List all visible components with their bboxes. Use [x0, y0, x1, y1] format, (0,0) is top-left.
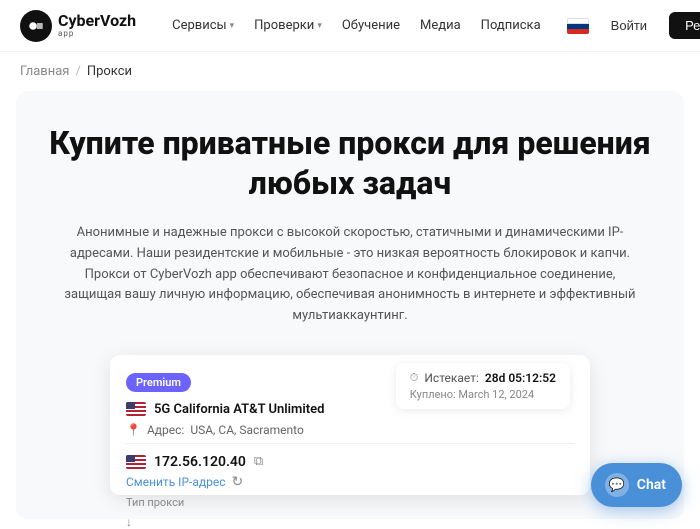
hero-title: Купите приватные прокси для решения любы… — [36, 123, 664, 203]
breadcrumb-separator: / — [75, 64, 80, 79]
chat-label: Chat — [637, 477, 666, 493]
proxy-bottom: 172.56.120.40 ⧉ Сменить IP-адрес ↻ Тип п… — [126, 454, 574, 529]
clock-icon: ⏱ — [410, 371, 419, 385]
main-nav: Сервисы ▾ Проверки ▾ Обучение Медиа Подп… — [164, 12, 549, 39]
breadcrumb-home[interactable]: Главная — [20, 64, 69, 79]
nav-item-media[interactable]: Медиа — [412, 12, 469, 39]
logo-subtitle: app — [58, 29, 136, 38]
chevron-down-icon: ▾ — [230, 21, 235, 31]
language-flag[interactable] — [567, 18, 589, 34]
nav-item-services[interactable]: Сервисы ▾ — [164, 12, 242, 39]
bought-row: Куплено: March 12, 2024 — [410, 388, 556, 401]
register-button[interactable]: Регистрация — [669, 12, 700, 39]
expires-row: ⏱ Истекает: 28d 05:12:52 — [410, 371, 556, 385]
premium-badge: Premium — [126, 373, 191, 392]
refresh-icon[interactable]: ↻ — [232, 474, 244, 490]
breadcrumb-current: Прокси — [87, 64, 132, 79]
expires-label: Истекает: — [424, 371, 479, 385]
bought-value: March 12, 2024 — [458, 388, 534, 401]
expires-value: 28d 05:12:52 — [485, 371, 556, 385]
logo-icon — [20, 10, 52, 42]
address-value: USA, CA, Sacramento — [190, 423, 304, 437]
main-content: Купите приватные прокси для решения любы… — [16, 91, 684, 519]
header-right: Войти Регистрация — [567, 12, 700, 39]
ip-row: 172.56.120.40 ⧉ — [126, 454, 263, 470]
proxy-address-row: 📍 Адрес: USA, CA, Sacramento — [126, 423, 574, 437]
login-button[interactable]: Войти — [597, 13, 661, 38]
download-icon: ↓ — [126, 515, 132, 529]
divider — [126, 443, 574, 444]
nav-item-education[interactable]: Обучение — [334, 12, 408, 39]
change-ip-link[interactable]: Сменить IP-адрес — [126, 475, 226, 489]
address-label: Адрес: — [147, 423, 184, 437]
nav-item-checks[interactable]: Проверки ▾ — [246, 12, 330, 39]
chat-bubble-icon: 💬 — [605, 473, 629, 497]
proxy-preview: Premium 5G California AT&T Unlimited 📍 А… — [36, 355, 664, 495]
bought-label: Куплено: — [410, 388, 456, 401]
ip-address: 172.56.120.40 — [154, 454, 246, 470]
expires-panel: ⏱ Истекает: 28d 05:12:52 Куплено: March … — [396, 363, 570, 409]
logo[interactable]: CyberVozh app — [20, 10, 136, 42]
pin-icon: 📍 — [126, 423, 141, 437]
hero-description: Анонимные и надежные прокси с высокой ск… — [60, 223, 640, 327]
logo-name: CyberVozh — [58, 13, 136, 29]
proxy-card: Premium 5G California AT&T Unlimited 📍 А… — [110, 355, 590, 495]
ip-flag-icon — [126, 455, 146, 469]
proxy-ip-column: 172.56.120.40 ⧉ Сменить IP-адрес ↻ Тип п… — [126, 454, 263, 529]
proxy-type-label: Тип прокси — [126, 496, 263, 509]
nav-item-subscription[interactable]: Подписка — [473, 12, 549, 39]
divider-line — [126, 443, 574, 444]
copy-icon[interactable]: ⧉ — [254, 454, 263, 469]
breadcrumb: Главная / Прокси — [0, 52, 700, 91]
proxy-name: 5G California AT&T Unlimited — [154, 402, 324, 417]
chevron-down-icon: ▾ — [317, 21, 322, 31]
us-flag-icon — [126, 402, 146, 416]
main-header: CyberVozh app Сервисы ▾ Проверки ▾ Обуче… — [0, 0, 700, 52]
chat-button[interactable]: 💬 Chat — [591, 463, 682, 507]
